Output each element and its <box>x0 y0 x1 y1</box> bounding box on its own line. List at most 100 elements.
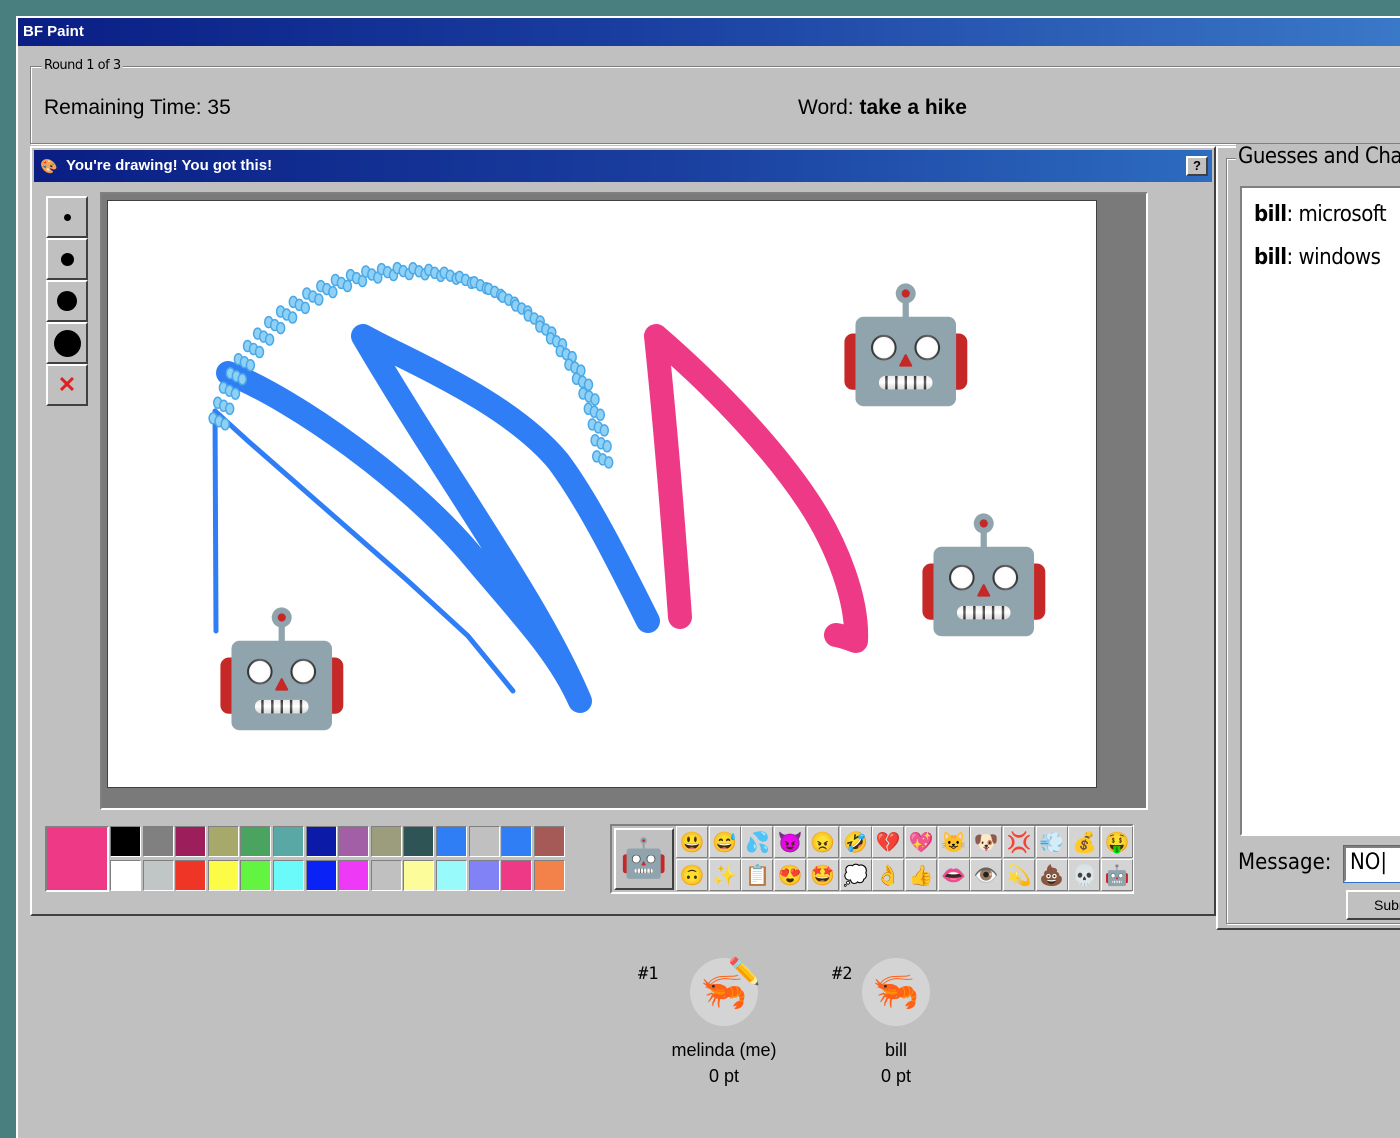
player-rank: #2 <box>832 964 853 984</box>
color-swatch[interactable] <box>240 826 272 857</box>
color-swatch[interactable] <box>533 826 565 857</box>
emoji-button[interactable]: 🙃 <box>676 859 708 891</box>
emoji-button[interactable]: 💭 <box>839 859 872 891</box>
brush-size-xlarge-button[interactable] <box>46 322 88 364</box>
color-swatch[interactable] <box>110 826 141 857</box>
emoji-button[interactable]: 😈 <box>774 826 807 858</box>
chat-messages[interactable]: bill: microsoft bill: windows <box>1240 186 1400 836</box>
color-swatch[interactable] <box>175 860 207 891</box>
emoji-button[interactable]: 👁️ <box>970 859 1003 891</box>
emoji-button[interactable]: 🤩 <box>806 859 839 891</box>
color-swatch[interactable] <box>338 826 370 857</box>
emoji-button[interactable]: 🤣 <box>839 826 872 858</box>
emoji-button[interactable]: 💖 <box>904 826 937 858</box>
water-droplet <box>328 285 338 299</box>
message-label: Message: <box>1238 850 1332 875</box>
color-swatch[interactable] <box>436 860 467 891</box>
player-score: 0 pt <box>708 1066 740 1086</box>
emoji-button[interactable]: 💀 <box>1068 859 1101 891</box>
emoji-button[interactable]: 😃 <box>676 826 708 858</box>
chat-user: bill <box>1254 245 1287 270</box>
brush-size-medium-button[interactable] <box>46 238 88 280</box>
help-button[interactable]: ? <box>1186 156 1208 176</box>
submit-button-label: Submit <box>1374 897 1400 913</box>
water-droplet <box>245 358 256 372</box>
color-swatch[interactable] <box>436 826 467 857</box>
color-swatch[interactable] <box>142 826 174 857</box>
color-swatch[interactable] <box>240 860 272 891</box>
color-swatch[interactable] <box>273 826 304 857</box>
clear-canvas-button[interactable]: ✕ <box>46 364 88 406</box>
water-droplet <box>287 311 298 324</box>
remaining-time-label: Remaining Time: <box>44 96 208 119</box>
chat-text: windows <box>1298 245 1381 270</box>
brush-dot-icon <box>60 252 74 266</box>
message-input[interactable]: NO| <box>1343 845 1400 883</box>
color-swatch[interactable] <box>273 860 304 891</box>
water-droplet <box>599 424 610 437</box>
pink-stroke <box>644 324 869 653</box>
color-swatch[interactable] <box>305 826 337 857</box>
brush-size-small-button[interactable] <box>46 196 88 238</box>
emoji-button[interactable]: ✨ <box>708 859 741 891</box>
emoji-button[interactable]: 📋 <box>741 859 774 891</box>
player-avatar: 🦐 ✏️ <box>690 956 760 1026</box>
water-droplet <box>230 387 241 400</box>
emoji-button[interactable]: 💫 <box>1003 859 1035 891</box>
emoji-button[interactable]: 😍 <box>774 859 807 891</box>
emoji-button[interactable]: 😠 <box>806 826 839 858</box>
color-swatch[interactable] <box>207 826 239 857</box>
water-droplet <box>342 279 353 293</box>
color-swatch[interactable] <box>501 860 533 891</box>
word-display: Word: take a hike <box>798 96 967 120</box>
emoji-button[interactable]: 👄 <box>937 859 970 891</box>
color-swatch[interactable] <box>338 860 370 891</box>
emoji-button[interactable]: 🤖 <box>1101 859 1134 891</box>
color-swatch[interactable] <box>207 860 239 891</box>
water-droplet <box>603 456 614 469</box>
window-titlebar: BF Paint <box>18 18 1400 46</box>
submit-button[interactable]: Submit <box>1346 890 1400 920</box>
color-swatch[interactable] <box>305 860 337 891</box>
color-swatch[interactable] <box>468 860 500 891</box>
round-legend: Round 1 of 3 <box>42 58 123 73</box>
brush-size-large-button[interactable] <box>46 280 88 322</box>
emoji-button[interactable]: 👌 <box>872 859 905 891</box>
brush-dot-icon <box>57 291 77 311</box>
chat-legend: Guesses and Chat <box>1236 144 1400 169</box>
emoji-button[interactable]: 🐶 <box>970 826 1003 858</box>
emoji-button[interactable]: 💦 <box>741 826 774 858</box>
water-droplet <box>590 393 600 406</box>
player-rank: #1 <box>638 964 659 984</box>
emoji-button[interactable]: 😺 <box>937 826 970 858</box>
color-swatch[interactable] <box>533 860 565 891</box>
emoji-button[interactable]: 💔 <box>872 826 905 858</box>
water-droplet <box>275 321 286 335</box>
emoji-button[interactable]: 💰 <box>1068 826 1101 858</box>
robot-emoji-sticker: 🤖 <box>914 512 1054 637</box>
emoji-button[interactable]: 💢 <box>1003 826 1035 858</box>
selected-emoji-button[interactable]: 🤖 <box>614 828 674 890</box>
current-color-swatch <box>45 826 109 892</box>
emoji-button[interactable]: 😅 <box>708 826 741 858</box>
chat-message: bill: windows <box>1254 245 1381 270</box>
color-swatch[interactable] <box>142 860 174 891</box>
water-droplet <box>254 345 265 359</box>
color-swatch[interactable] <box>370 860 402 891</box>
color-swatch[interactable] <box>110 860 141 891</box>
water-droplet <box>314 293 324 306</box>
emoji-button[interactable]: 🤑 <box>1101 826 1134 858</box>
color-swatch[interactable] <box>403 860 435 891</box>
emoji-button[interactable]: 💨 <box>1035 826 1068 858</box>
color-swatch[interactable] <box>403 826 435 857</box>
drawing-canvas[interactable]: 🤖 🤖 🤖 <box>107 200 1097 788</box>
round-groupbox <box>30 66 1400 144</box>
color-swatch[interactable] <box>175 826 207 857</box>
brush-dot-icon <box>53 329 81 357</box>
robot-icon: 🤖 <box>620 838 668 880</box>
emoji-button[interactable]: 💩 <box>1035 859 1068 891</box>
color-swatch[interactable] <box>468 826 500 857</box>
emoji-button[interactable]: 👍 <box>904 859 937 891</box>
color-swatch[interactable] <box>501 826 533 857</box>
color-swatch[interactable] <box>370 826 402 857</box>
